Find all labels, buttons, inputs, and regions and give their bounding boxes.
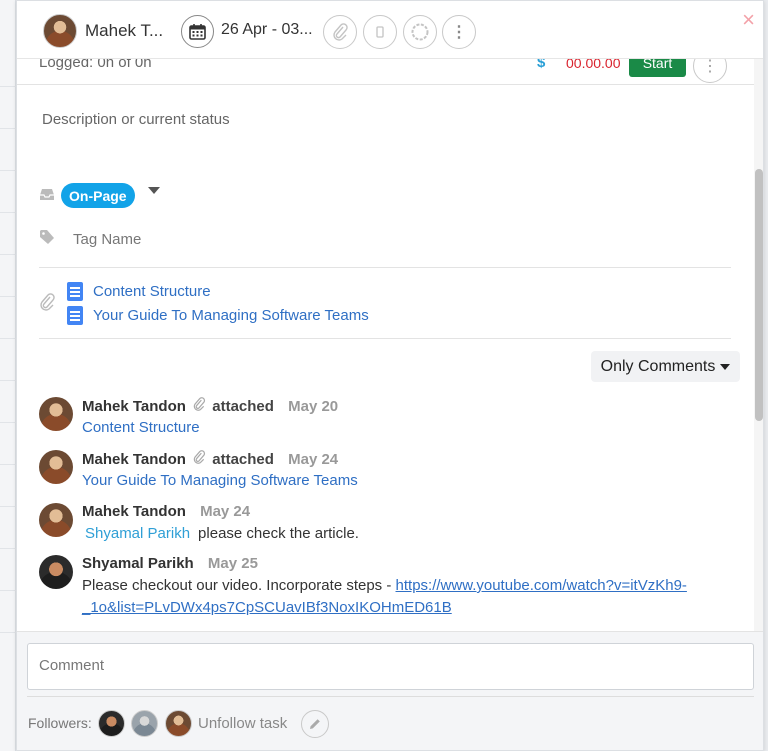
calendar-button[interactable]: [181, 15, 214, 48]
task-detail-panel: Mahek T... 26 Apr - 03... ⋮ × Logged: 0h…: [16, 0, 764, 751]
inbox-icon: [39, 187, 55, 206]
filter-label: Only Comments: [600, 357, 716, 375]
activity-user[interactable]: Shyamal Parikh: [82, 555, 194, 572]
activity-user[interactable]: Mahek Tandon: [82, 451, 186, 468]
divider: [39, 338, 731, 339]
paperclip-icon: [333, 23, 348, 41]
attachment-name: Content Structure: [93, 283, 211, 300]
paperclip-icon: [38, 293, 56, 316]
activity-header: Mahek Tandon attached May 20: [82, 397, 338, 415]
activity-filter-dropdown[interactable]: Only Comments: [591, 351, 740, 382]
edit-followers-button[interactable]: [301, 710, 329, 738]
activity-header: Mahek Tandon attached May 24: [82, 450, 338, 468]
assignee[interactable]: Mahek T...: [43, 14, 163, 48]
google-doc-icon: [67, 306, 83, 325]
avatar: [39, 450, 73, 484]
follower-avatar[interactable]: [131, 710, 158, 737]
description-field[interactable]: Description or current status: [42, 111, 230, 128]
activity-attachment-link[interactable]: Your Guide To Managing Software Teams: [82, 472, 358, 489]
background-app-strip: [0, 0, 16, 751]
comment-url-link[interactable]: https://www.youtube.com/watch?v=itVzKh9-: [396, 577, 687, 594]
activity-verb: attached: [212, 398, 274, 415]
activity-body: Your Guide To Managing Software Teams: [82, 472, 358, 489]
activity-user[interactable]: Mahek Tandon: [82, 503, 186, 520]
activity-attachment-link[interactable]: Content Structure: [82, 419, 200, 436]
comment-footer: Comment Followers: Unfollow task: [17, 631, 763, 750]
assignee-name: Mahek T...: [85, 21, 164, 40]
activity-user[interactable]: Mahek Tandon: [82, 398, 186, 415]
circle-progress-icon: [411, 23, 429, 41]
more-options-button[interactable]: ⋮: [442, 15, 476, 49]
scrollbar-thumb[interactable]: [755, 169, 763, 421]
vertical-dots-icon: ⋮: [702, 58, 718, 75]
follower-avatar[interactable]: [98, 710, 125, 737]
attach-button[interactable]: [323, 15, 357, 49]
unfollow-task-button[interactable]: Unfollow task: [198, 715, 287, 732]
list-dropdown-caret[interactable]: [148, 187, 160, 194]
comment-text: Please checkout our video. Incorporate s…: [82, 577, 396, 594]
activity-date: May 24: [288, 451, 339, 468]
follower-avatar[interactable]: [165, 710, 192, 737]
paperclip-icon: [192, 397, 206, 415]
calendar-icon: [189, 24, 206, 40]
user-mention[interactable]: Shyamal Parikh: [85, 525, 190, 542]
chevron-down-icon: [720, 363, 731, 370]
google-doc-icon: [67, 282, 83, 301]
paperclip-icon: [192, 450, 206, 468]
list-pill[interactable]: On-Page: [61, 183, 135, 208]
attachment-name: Your Guide To Managing Software Teams: [93, 307, 369, 324]
assignee-avatar: [43, 14, 77, 48]
task-header: Mahek T... 26 Apr - 03... ⋮ ×: [17, 1, 763, 59]
avatar: [39, 555, 73, 589]
comment-text: please check the article.: [198, 525, 359, 542]
pencil-icon: [310, 719, 320, 729]
tag-icon: [39, 229, 55, 250]
activity-header: Shyamal Parikh May 25: [82, 555, 258, 572]
rectangle-icon: [376, 26, 384, 38]
vertical-dots-icon: ⋮: [451, 24, 467, 41]
avatar: [39, 503, 73, 537]
progress-button[interactable]: [403, 15, 437, 49]
activity-body: Content Structure: [82, 419, 200, 436]
comment-url-link[interactable]: _1o&list=PLvDWx4ps7CpSCUavIBf3NoxIKOHmED…: [82, 599, 452, 616]
attachment-link[interactable]: Your Guide To Managing Software Teams: [67, 306, 369, 325]
activity-header: Mahek Tandon May 24: [82, 503, 250, 520]
close-icon[interactable]: ×: [742, 9, 755, 31]
divider: [27, 696, 754, 697]
comment-body: Shyamal Parikh please check the article.: [82, 525, 359, 542]
tag-name-input[interactable]: Tag Name: [73, 231, 141, 248]
avatar: [39, 397, 73, 431]
rectangle-button[interactable]: [363, 15, 397, 49]
followers-label: Followers:: [28, 715, 92, 731]
activity-date: May 24: [200, 503, 251, 520]
date-range[interactable]: 26 Apr - 03...: [221, 21, 313, 39]
comment-body-continued: _1o&list=PLvDWx4ps7CpSCUavIBf3NoxIKOHmED…: [82, 599, 452, 616]
comment-input[interactable]: Comment: [27, 643, 754, 690]
divider: [39, 267, 731, 268]
activity-verb: attached: [212, 451, 274, 468]
attachment-link[interactable]: Content Structure: [67, 282, 211, 301]
activity-date: May 20: [288, 398, 339, 415]
comment-body: Please checkout our video. Incorporate s…: [82, 577, 687, 594]
activity-date: May 25: [207, 555, 258, 572]
